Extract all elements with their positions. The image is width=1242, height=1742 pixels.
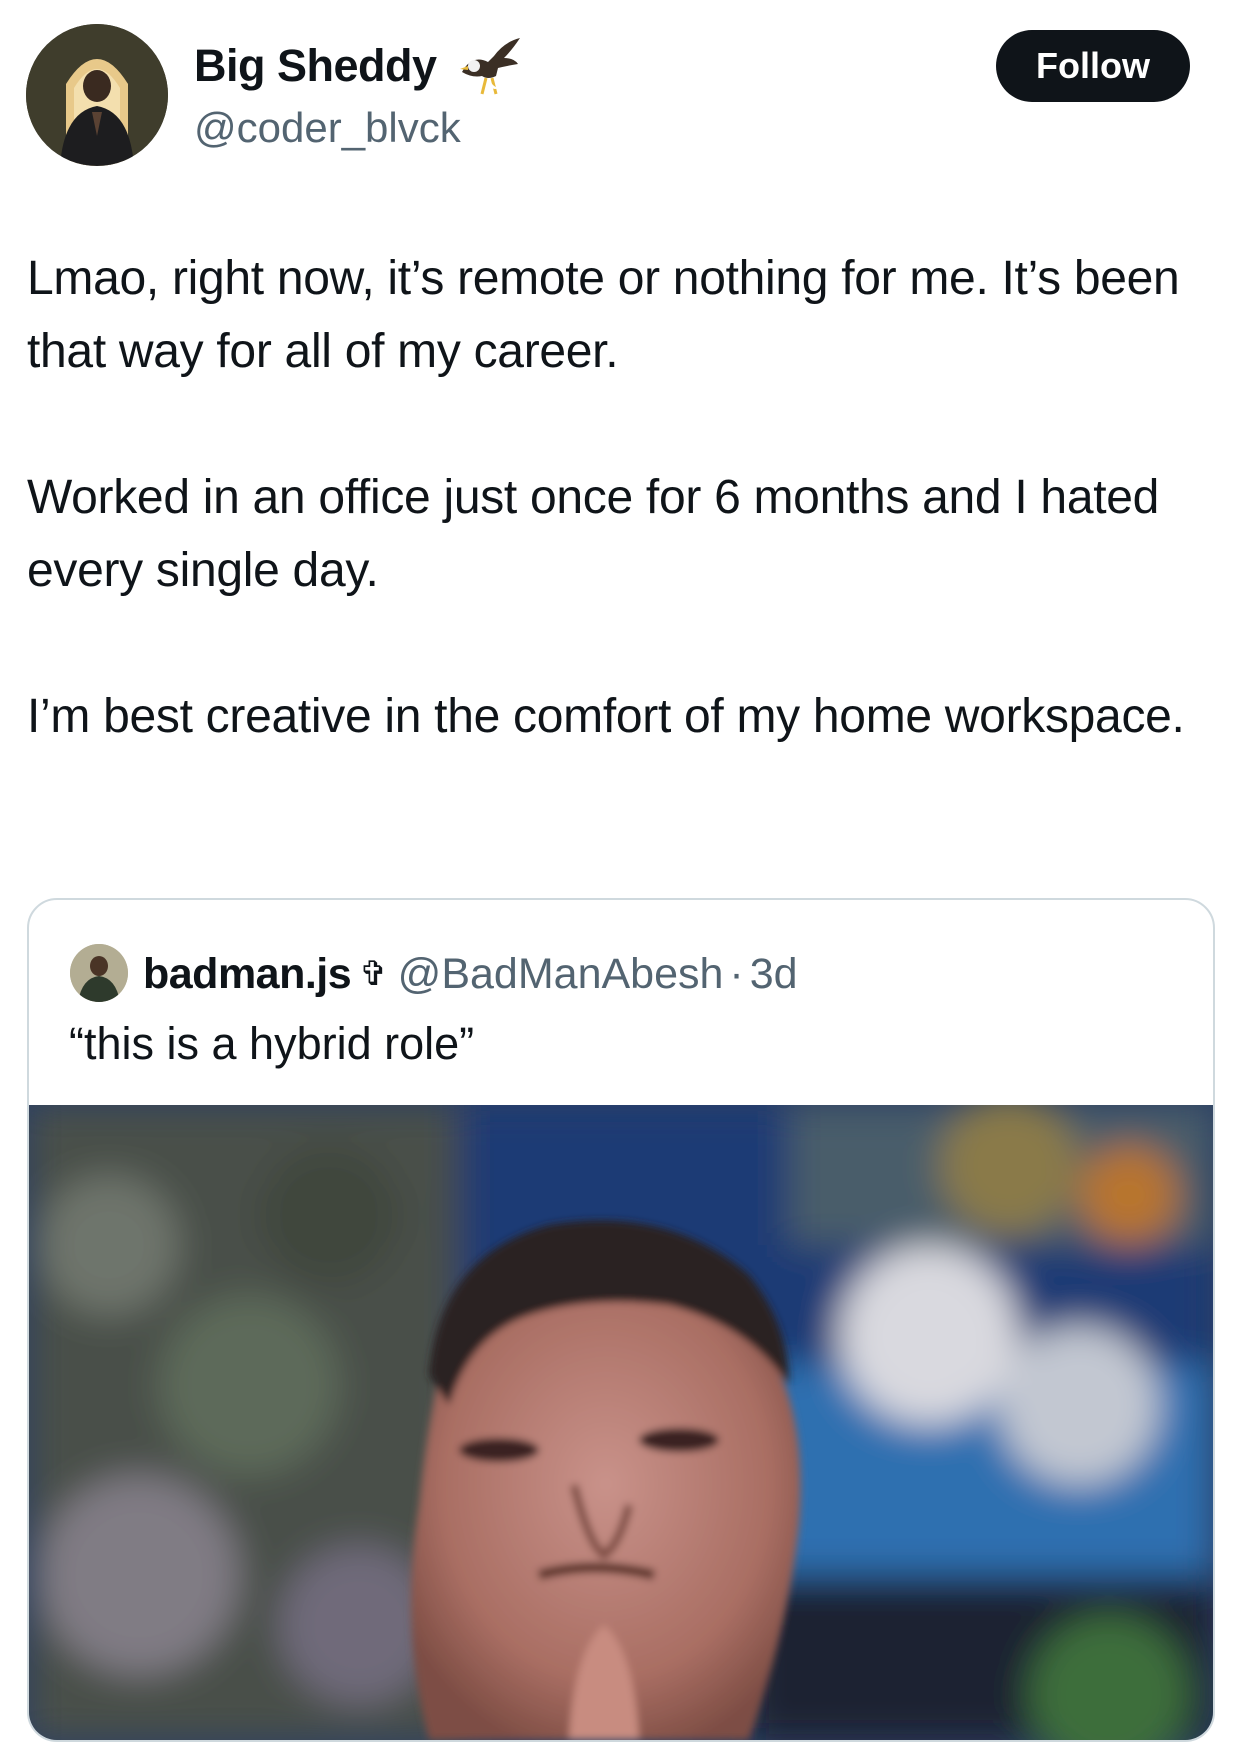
quoted-tweet-text: “this is a hybrid role”: [69, 1018, 475, 1069]
quoted-tweet-media[interactable]: [29, 1105, 1213, 1740]
quoted-author-name[interactable]: badman.js: [143, 950, 352, 999]
author-handle[interactable]: @coder_blvck: [194, 104, 461, 152]
quoted-author-avatar[interactable]: [70, 944, 128, 1002]
quoted-author-handle[interactable]: @BadManAbesh: [398, 950, 724, 999]
separator-dot: ·: [729, 949, 744, 998]
tweet-paragraph: I’m best creative in the comfort of my h…: [27, 690, 1185, 743]
tweet-paragraph: Lmao, right now, it’s remote or nothing …: [27, 252, 1180, 378]
tweet-paragraph: Worked in an office just once for 6 mont…: [27, 471, 1160, 597]
follow-button[interactable]: Follow: [996, 30, 1190, 102]
quoted-tweet-meta: badman.js ✞ @BadManAbesh · 3d: [143, 944, 798, 1004]
tweet-body: Lmao, right now, it’s remote or nothing …: [27, 242, 1217, 826]
author-display-name[interactable]: Big Sheddy: [194, 40, 437, 92]
quoted-tweet-timestamp[interactable]: 3d: [750, 950, 798, 999]
tweet-header: Big Sheddy @coder_blvck Follow: [0, 0, 1242, 200]
quoted-tweet-card[interactable]: badman.js ✞ @BadManAbesh · 3d “this is a…: [27, 898, 1215, 1742]
eagle-icon: [458, 36, 522, 98]
author-avatar[interactable]: [26, 24, 168, 166]
cross-emoji-icon: ✞: [359, 955, 388, 993]
